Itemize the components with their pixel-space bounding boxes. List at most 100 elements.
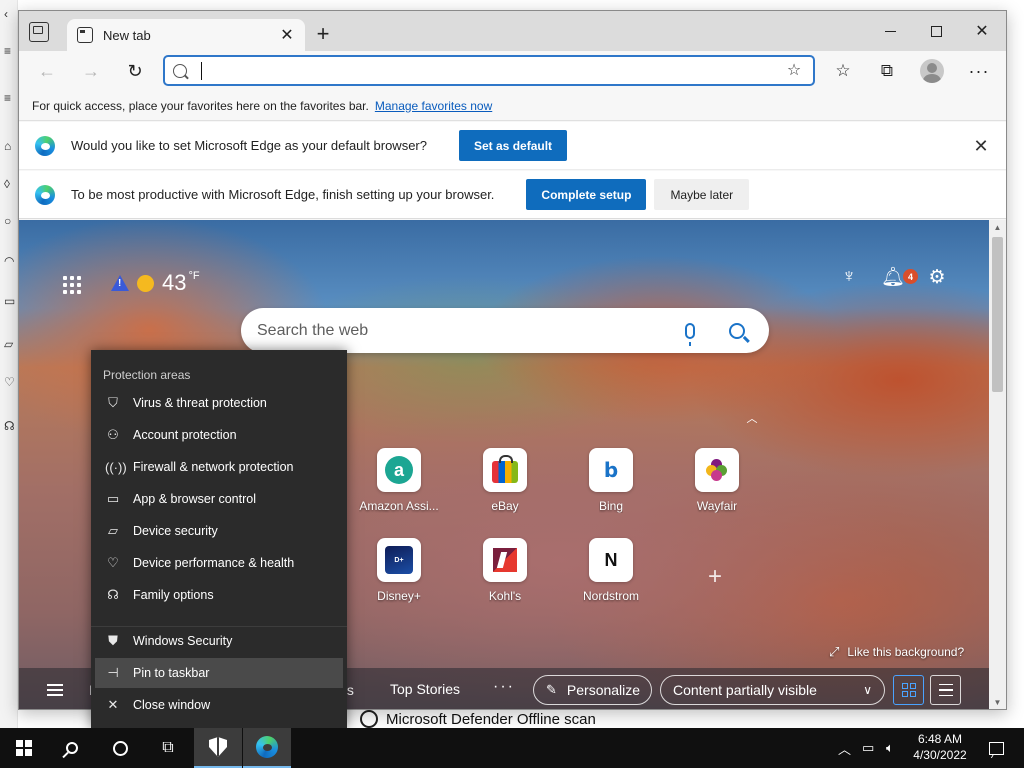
tile-label: Disney+	[377, 589, 421, 603]
list-layout-button[interactable]	[930, 675, 961, 705]
wifi-icon[interactable]: ◠	[4, 255, 16, 267]
close-infobar-icon[interactable]: ✕	[972, 137, 990, 155]
show-hidden-icons-button[interactable]: ︿	[838, 728, 851, 768]
manage-favorites-link[interactable]: Manage favorites now	[375, 99, 492, 113]
radio-button[interactable]	[360, 710, 378, 728]
grid-layout-button[interactable]	[893, 675, 924, 705]
gear-icon[interactable]: ⚙	[924, 264, 950, 290]
feed-more-button[interactable]: ···	[493, 678, 515, 696]
tile-icon-box	[483, 538, 527, 582]
menu-icon[interactable]: ≡	[4, 92, 16, 104]
microphone-icon[interactable]	[685, 322, 695, 346]
setup-prompt: To be most productive with Microsoft Edg…	[71, 187, 495, 202]
jump-item-app-browser[interactable]: ▭ App & browser control	[95, 484, 343, 514]
set-as-default-button[interactable]: Set as default	[459, 130, 568, 161]
network-icon[interactable]: ▭	[862, 728, 874, 768]
notification-badge: 4	[903, 269, 918, 284]
defender-offline-scan-option[interactable]: Microsoft Defender Offline scan	[360, 709, 596, 729]
maximize-icon	[930, 25, 942, 37]
close-tab-icon[interactable]: ✕	[279, 25, 295, 45]
address-input[interactable]	[201, 61, 783, 80]
home-icon[interactable]: ⌂	[4, 140, 16, 152]
personalize-button[interactable]: ✎ Personalize	[533, 675, 652, 705]
weather-widget[interactable]: 43°F	[111, 270, 200, 296]
like-background-label: Like this background?	[847, 645, 965, 659]
taskbar-search-button[interactable]	[48, 728, 96, 768]
profile-button[interactable]	[918, 59, 946, 83]
close-window-button[interactable]: ✕	[959, 17, 1005, 45]
like-background-button[interactable]: ⤢ Like this background?	[829, 644, 964, 660]
app-launcher-icon[interactable]	[63, 276, 81, 294]
quick-link-disney[interactable]: D+ Disney+	[354, 538, 444, 618]
shield-icon	[209, 737, 227, 757]
person-icon[interactable]: ○	[4, 215, 16, 227]
menu-icon[interactable]: ≡	[4, 45, 16, 57]
quick-link-bing[interactable]: b Bing	[566, 448, 656, 528]
maybe-later-button[interactable]: Maybe later	[654, 179, 750, 210]
shield-icon[interactable]: ◊	[4, 178, 16, 190]
favorites-button[interactable]: ☆	[829, 59, 857, 83]
jump-item-label: App & browser control	[133, 492, 256, 506]
jump-item-family-options[interactable]: ☊ Family options	[95, 580, 343, 610]
defender-offline-scan-label: Microsoft Defender Offline scan	[386, 710, 596, 728]
family-icon[interactable]: ☊	[4, 420, 16, 432]
jump-item-device-security[interactable]: ▱ Device security	[95, 516, 343, 546]
app-window-icon[interactable]: ▭	[4, 295, 16, 307]
quick-link-amazon[interactable]: a Amazon Assi...	[354, 448, 444, 528]
windows-logo-icon	[16, 740, 32, 756]
scroll-down-arrow-icon[interactable]: ▼	[989, 698, 1006, 709]
start-button[interactable]	[0, 728, 48, 768]
sun-icon	[137, 274, 154, 292]
complete-setup-button[interactable]: Complete setup	[526, 179, 647, 210]
back-icon[interactable]: ‹	[4, 8, 16, 20]
tile-label: eBay	[491, 499, 519, 513]
heart-icon[interactable]: ♡	[4, 376, 16, 388]
forward-button[interactable]: →	[77, 59, 105, 83]
refresh-button[interactable]: ↻	[121, 59, 149, 83]
laptop-icon[interactable]: ▱	[4, 338, 16, 350]
settings-more-button[interactable]: ···	[965, 59, 993, 83]
jump-item-firewall[interactable]: ((·)) Firewall & network protection	[95, 452, 343, 482]
jump-item-close-window[interactable]: ✕ Close window	[95, 690, 343, 720]
tab-actions-icon[interactable]	[29, 22, 49, 42]
chevron-up-icon[interactable]: ︿	[745, 410, 759, 425]
person-icon: ⚇	[107, 427, 119, 442]
cortana-button[interactable]	[96, 728, 144, 768]
hamburger-menu-icon[interactable]	[47, 684, 63, 696]
pin-icon: ⊣	[107, 665, 119, 680]
jump-item-pin-to-taskbar[interactable]: ⊣ Pin to taskbar	[95, 658, 343, 688]
scrollbar-thumb[interactable]	[992, 237, 1003, 392]
rewards-icon[interactable]: ♆	[836, 264, 862, 290]
back-button[interactable]: ←	[33, 59, 61, 83]
browser-toolbar: ← → ↻ ☆ ☆ ⧉ ···	[19, 51, 1006, 91]
jump-item-device-performance[interactable]: ♡ Device performance & health	[95, 548, 343, 578]
search-icon[interactable]	[729, 322, 745, 339]
taskbar-windows-security[interactable]	[194, 728, 242, 768]
new-tab-button[interactable]: +	[311, 23, 335, 47]
add-quick-link-icon[interactable]: +	[703, 565, 727, 589]
web-search-input[interactable]	[257, 321, 685, 340]
taskbar-edge[interactable]	[243, 728, 291, 768]
jump-item-virus-threat[interactable]: ⛉ Virus & threat protection	[95, 388, 343, 418]
quick-link-wayfair[interactable]: Wayfair	[672, 448, 762, 528]
jump-item-windows-security[interactable]: ⛊ Windows Security	[95, 626, 343, 656]
volume-icon[interactable]: 🔈︎	[886, 728, 894, 768]
jump-item-account-protection[interactable]: ⚇ Account protection	[95, 420, 343, 450]
add-favorite-icon[interactable]: ☆	[783, 61, 805, 81]
action-center-button[interactable]	[976, 728, 1016, 768]
tab-top-stories[interactable]: Top Stories	[390, 681, 460, 697]
maximize-button[interactable]	[913, 17, 959, 45]
clock[interactable]: 6:48 AM 4/30/2022	[912, 731, 968, 763]
task-view-button[interactable]: ⧉	[144, 728, 192, 768]
web-search-box[interactable]	[241, 308, 769, 353]
tab-new-tab[interactable]: New tab ✕	[67, 19, 305, 51]
tile-label: Nordstrom	[582, 589, 639, 603]
scroll-up-arrow-icon[interactable]: ▲	[989, 223, 1006, 235]
minimize-button[interactable]	[867, 17, 913, 45]
quick-link-kohls[interactable]: Kohl's	[460, 538, 550, 618]
quick-link-nordstrom[interactable]: N Nordstrom	[566, 538, 656, 618]
content-visibility-dropdown[interactable]: Content partially visible ∨	[660, 675, 885, 705]
quick-link-ebay[interactable]: eBay	[460, 448, 550, 528]
collections-button[interactable]: ⧉	[873, 59, 901, 83]
address-bar[interactable]: ☆	[163, 55, 815, 86]
